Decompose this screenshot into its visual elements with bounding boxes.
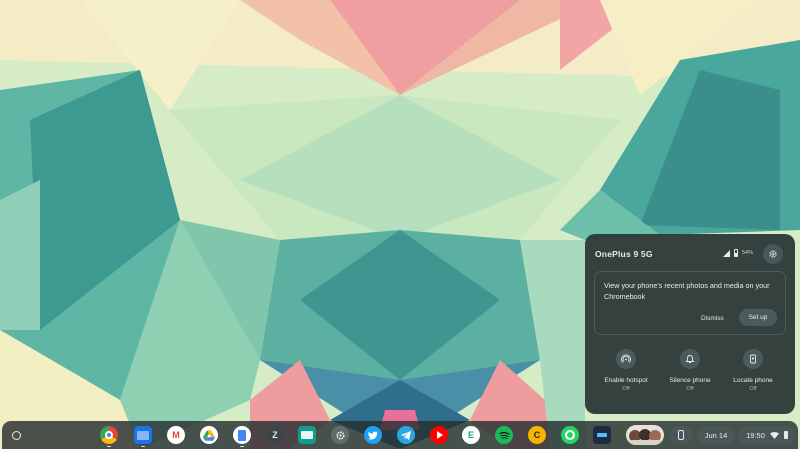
- quick-action-locate[interactable]: Locate phone Off: [723, 349, 783, 392]
- hotspot-label: Enable hotspot: [604, 377, 648, 384]
- silence-label: Silence phone: [669, 377, 711, 384]
- google-docs-icon[interactable]: [233, 426, 251, 447]
- drive-glyph: [203, 429, 215, 441]
- battery-icon: [733, 249, 738, 257]
- hotspot-icon[interactable]: [616, 349, 636, 369]
- gmail-icon[interactable]: M: [167, 426, 185, 444]
- avatar-image: [626, 429, 664, 445]
- bird-glyph: [368, 431, 378, 440]
- e-glyph: E: [467, 430, 474, 440]
- phone-icon: [678, 430, 684, 440]
- dark-app-glyph: [597, 433, 607, 437]
- running-indicator: [107, 445, 111, 447]
- recent-media-message: View your phone's recent photos and medi…: [604, 281, 770, 301]
- launcher-button[interactable]: [8, 427, 24, 443]
- quick-action-silence[interactable]: Silence phone Off: [660, 349, 720, 392]
- phone-status: 54%: [722, 249, 753, 257]
- running-indicator: [141, 445, 145, 447]
- phone-hub-tray-button[interactable]: [670, 426, 692, 444]
- phone-hub-settings-button[interactable]: [763, 244, 783, 264]
- chrome-icon[interactable]: [100, 426, 118, 447]
- phone-hub-panel: OnePlus 9 5G 54% View your phone's recen…: [585, 234, 795, 414]
- hotspot-glyph: [621, 354, 631, 363]
- z-glyph: Z: [272, 430, 278, 440]
- phone-locate-icon[interactable]: [743, 349, 763, 369]
- settings-gear-icon: [335, 430, 345, 440]
- z-app-icon[interactable]: Z: [266, 426, 284, 444]
- play-glyph: [437, 431, 443, 439]
- files-icon[interactable]: [134, 426, 152, 447]
- phone-battery-level: 54%: [741, 250, 753, 256]
- c-glyph: C: [533, 430, 541, 440]
- telegram-icon[interactable]: [397, 426, 415, 444]
- google-drive-icon[interactable]: [200, 426, 218, 444]
- dismiss-button[interactable]: Dismiss: [697, 313, 728, 324]
- phone-hub-header: OnePlus 9 5G 54%: [595, 244, 787, 264]
- chrome-center: [105, 431, 113, 439]
- recent-media-card: View your phone's recent photos and medi…: [594, 271, 786, 335]
- whatsapp-icon[interactable]: [561, 426, 579, 444]
- silence-state: Off: [686, 386, 694, 392]
- phone-locate-glyph: [750, 354, 756, 364]
- twitter-icon[interactable]: [364, 426, 382, 444]
- running-indicator: [240, 445, 244, 447]
- status-tray[interactable]: 19:50: [738, 426, 796, 444]
- spotify-glyph: [498, 431, 510, 439]
- chat-bubble-glyph: [565, 430, 575, 440]
- e-app-icon[interactable]: E: [462, 426, 480, 444]
- youtube-icon[interactable]: [430, 426, 448, 444]
- date-label: Jun 14: [704, 430, 728, 440]
- bell-glyph: [685, 355, 695, 363]
- bell-icon[interactable]: [680, 349, 700, 369]
- phone-device-name: OnePlus 9 5G: [595, 249, 653, 259]
- setup-button[interactable]: Set up: [739, 309, 777, 326]
- dark-app-icon[interactable]: [593, 426, 611, 444]
- quick-action-hotspot[interactable]: Enable hotspot Off: [596, 349, 656, 392]
- holding-space-avatar[interactable]: [626, 425, 664, 445]
- battery-icon: [783, 431, 788, 439]
- hotspot-state: Off: [622, 386, 630, 392]
- folder-shape: [137, 430, 149, 440]
- locate-label: Locate phone: [733, 377, 773, 384]
- docs-glyph: [238, 429, 246, 441]
- card-app-icon[interactable]: [298, 426, 316, 444]
- shelf: M Z E C Jun 14 19:50: [2, 421, 798, 449]
- time-label: 19:50: [746, 430, 765, 440]
- gear-icon: [769, 250, 777, 258]
- gmail-glyph: M: [172, 430, 180, 440]
- settings-icon[interactable]: [331, 426, 349, 444]
- plane-glyph: [401, 430, 411, 440]
- c-app-icon[interactable]: C: [528, 426, 546, 444]
- date-tray[interactable]: Jun 14: [697, 426, 735, 444]
- card-glyph: [301, 431, 313, 439]
- wifi-icon: [769, 431, 779, 439]
- spotify-icon[interactable]: [495, 426, 513, 444]
- signal-icon: [722, 249, 730, 257]
- locate-state: Off: [749, 386, 757, 392]
